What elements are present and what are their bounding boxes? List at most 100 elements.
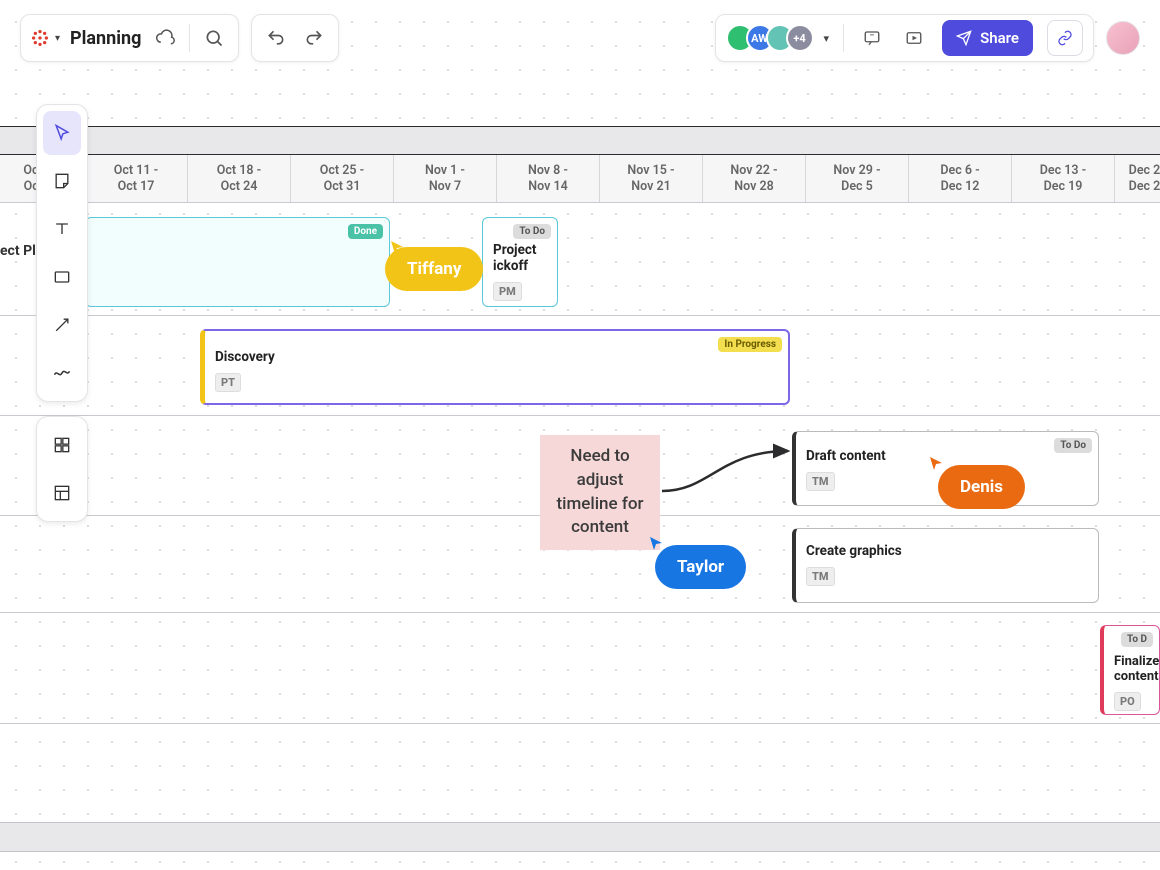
- collab-card: AW +4 ▾ ”” Share: [715, 14, 1094, 62]
- date-l1: Oct 25 -: [320, 163, 364, 179]
- topbar: ▾ Planning AW +4: [20, 14, 1140, 62]
- date-header-row: Oct 4 - Oct 10 Oct 11 -Oct 17 Oct 18 -Oc…: [0, 155, 1160, 203]
- date-l2: Dec 19: [1044, 179, 1083, 195]
- task-title: Create graphics: [806, 543, 1088, 559]
- lane-sep: [0, 415, 1160, 416]
- task-assignee: TM: [806, 567, 835, 586]
- avatar-label: +4: [793, 32, 805, 45]
- board-title[interactable]: Planning: [70, 28, 141, 49]
- date-l2: Nov 14: [528, 179, 567, 195]
- date-l1: Nov 1 -: [425, 163, 465, 179]
- date-l1: Nov 22 -: [730, 163, 777, 179]
- tool-cursor[interactable]: [43, 111, 81, 155]
- svg-text:””: ””: [870, 34, 874, 41]
- tool-text[interactable]: [43, 207, 81, 251]
- date-col: Oct 25 -Oct 31: [291, 155, 394, 202]
- connector-arrow: [660, 443, 800, 503]
- logo-caret-icon[interactable]: ▾: [55, 33, 60, 44]
- share-label: Share: [980, 29, 1019, 47]
- tool-group-layout: [36, 416, 88, 522]
- row-label: ect Pl: [0, 243, 36, 259]
- date-l1: Dec 2: [1129, 163, 1160, 179]
- date-col: Nov 22 -Nov 28: [703, 155, 806, 202]
- status-badge: Done: [348, 224, 383, 239]
- profile-avatar[interactable]: [1106, 21, 1140, 55]
- sticky-line: content: [571, 517, 629, 537]
- redo-icon[interactable]: [300, 24, 328, 52]
- task-card-done[interactable]: Done: [85, 217, 390, 307]
- date-l2: Oct 24: [221, 179, 258, 195]
- tool-frame[interactable]: [43, 471, 81, 515]
- divider: [189, 24, 190, 52]
- date-col: Nov 15 -Nov 21: [600, 155, 703, 202]
- tool-sticky[interactable]: [43, 159, 81, 203]
- date-l1: Nov 15 -: [627, 163, 674, 179]
- sticky-line: timeline for: [556, 494, 643, 514]
- app-logo-icon: [31, 29, 49, 47]
- task-card-discovery[interactable]: In Progress Discovery PT: [200, 329, 790, 405]
- search-icon[interactable]: [200, 24, 228, 52]
- date-l1: Dec 13 -: [1040, 163, 1086, 179]
- date-l2: Nov 7: [429, 179, 461, 195]
- tool-line[interactable]: [43, 303, 81, 347]
- present-icon[interactable]: [900, 24, 928, 52]
- status-badge: In Progress: [718, 337, 782, 352]
- date-col: Dec 13 -Dec 19: [1012, 155, 1115, 202]
- date-l1: Dec 6 -: [940, 163, 979, 179]
- date-l2: Dec 5: [841, 179, 873, 195]
- task-assignee: TM: [806, 472, 835, 491]
- timeline[interactable]: Oct 4 - Oct 10 Oct 11 -Oct 17 Oct 18 -Oc…: [0, 126, 1160, 870]
- avatar-overflow[interactable]: +4: [786, 24, 814, 52]
- tool-scribble[interactable]: [43, 351, 81, 395]
- date-l1: Nov 29 -: [833, 163, 880, 179]
- sticky-line: Need to: [570, 446, 629, 466]
- share-button[interactable]: Share: [942, 20, 1033, 56]
- status-badge: To Do: [513, 224, 551, 239]
- sticky-note[interactable]: Need to adjust timeline for content: [540, 435, 660, 550]
- cursor-pointer-taylor: [648, 535, 664, 551]
- date-l1: Nov 8 -: [528, 163, 568, 179]
- ruler-top: [0, 126, 1160, 155]
- tool-strip: [36, 104, 88, 522]
- task-card-graphics[interactable]: Create graphics TM: [792, 528, 1099, 603]
- tool-rectangle[interactable]: [43, 255, 81, 299]
- task-card-kickoff[interactable]: To Do Projectickoff PM: [482, 217, 558, 307]
- task-assignee: PM: [493, 282, 522, 301]
- comment-icon[interactable]: ””: [858, 24, 886, 52]
- undo-icon[interactable]: [262, 24, 290, 52]
- divider: [843, 24, 844, 52]
- date-l1: Oct 11 -: [114, 163, 158, 179]
- date-l2: Oct 17: [118, 179, 155, 195]
- date-col: Dec 2Dec 2: [1115, 155, 1160, 202]
- sticky-line: adjust: [577, 470, 624, 490]
- cursor-label-taylor: Taylor: [655, 545, 746, 589]
- date-col: Nov 8 -Nov 14: [497, 155, 600, 202]
- cursor-label-tiffany: Tiffany: [385, 247, 483, 291]
- cloud-sync-icon[interactable]: [151, 24, 179, 52]
- task-title: Finalizecontent: [1114, 654, 1149, 684]
- date-col: Oct 11 -Oct 17: [85, 155, 188, 202]
- cursor-label-denis: Denis: [938, 465, 1025, 509]
- date-l2: Nov 28: [734, 179, 773, 195]
- undo-redo-card: [251, 14, 339, 62]
- date-l1: Oct 18 -: [217, 163, 261, 179]
- avatar-stack[interactable]: AW +4: [726, 24, 814, 52]
- task-title: Discovery: [215, 349, 778, 365]
- date-l2: Dec 12: [941, 179, 980, 195]
- avatars-caret-icon[interactable]: ▾: [824, 32, 830, 45]
- task-title: Draft content: [806, 448, 1088, 464]
- task-card-finalize[interactable]: To D Finalizecontent PO: [1100, 625, 1160, 715]
- ruler-bottom: [0, 822, 1160, 852]
- title-card: ▾ Planning: [20, 14, 239, 62]
- date-col: Nov 29 -Dec 5: [806, 155, 909, 202]
- copy-link-button[interactable]: [1047, 20, 1083, 56]
- task-assignee: PT: [215, 373, 241, 392]
- task-assignee: PO: [1114, 692, 1141, 711]
- topbar-left: ▾ Planning: [20, 14, 339, 62]
- topbar-right: AW +4 ▾ ”” Share: [715, 14, 1140, 62]
- status-badge: To D: [1121, 632, 1153, 647]
- status-badge: To Do: [1054, 438, 1092, 453]
- lane-sep: [0, 612, 1160, 613]
- lane-sep: [0, 315, 1160, 316]
- tool-grid[interactable]: [43, 423, 81, 467]
